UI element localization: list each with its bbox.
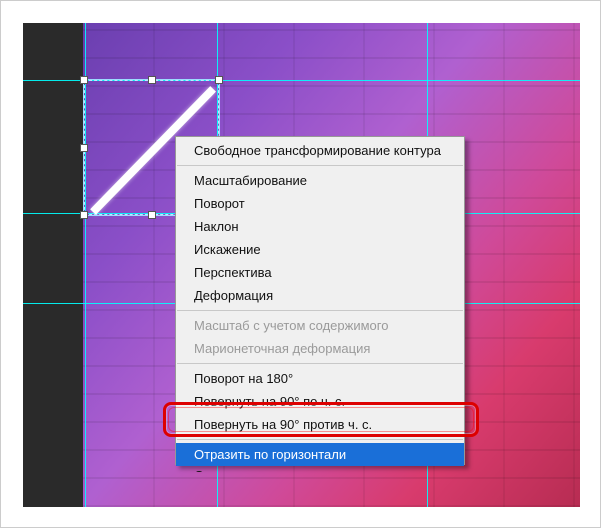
menu-item-transform-0[interactable]: Масштабирование bbox=[176, 169, 464, 192]
menu-separator bbox=[177, 363, 463, 364]
transform-handle[interactable] bbox=[80, 211, 88, 219]
menu-item-rotate-0[interactable]: Поворот на 180° bbox=[176, 367, 464, 390]
transform-handle[interactable] bbox=[215, 76, 223, 84]
menu-item-transform-5[interactable]: Деформация bbox=[176, 284, 464, 307]
transform-handle[interactable] bbox=[80, 76, 88, 84]
menu-separator bbox=[177, 165, 463, 166]
menu-item-contentaware-1: Марионеточная деформация bbox=[176, 337, 464, 360]
menu-item-flip-horizontal[interactable]: Отразить по горизонтали bbox=[176, 443, 464, 466]
transform-handle[interactable] bbox=[80, 144, 88, 152]
menu-item-rotate-2[interactable]: Повернуть на 90° против ч. с. bbox=[176, 413, 464, 436]
menu-separator bbox=[177, 439, 463, 440]
menu-title[interactable]: Свободное трансформирование контура bbox=[176, 139, 464, 162]
menu-item-transform-2[interactable]: Наклон bbox=[176, 215, 464, 238]
screenshot-frame: Свободное трансформирование контура Масш… bbox=[0, 0, 601, 528]
menu-item-transform-1[interactable]: Поворот bbox=[176, 192, 464, 215]
transform-handle[interactable] bbox=[148, 211, 156, 219]
menu-item-contentaware-0: Масштаб с учетом содержимого bbox=[176, 314, 464, 337]
menu-separator bbox=[177, 310, 463, 311]
menu-item-transform-3[interactable]: Искажение bbox=[176, 238, 464, 261]
menu-item-flip-vertical[interactable]: Отразить по вертикали bbox=[176, 466, 464, 472]
transform-context-menu: Свободное трансформирование контура Масш… bbox=[175, 136, 465, 465]
menu-item-transform-4[interactable]: Перспектива bbox=[176, 261, 464, 284]
editor-viewport: Свободное трансформирование контура Масш… bbox=[23, 23, 580, 507]
menu-item-rotate-1[interactable]: Повернуть на 90° по ч. с. bbox=[176, 390, 464, 413]
transform-handle[interactable] bbox=[148, 76, 156, 84]
